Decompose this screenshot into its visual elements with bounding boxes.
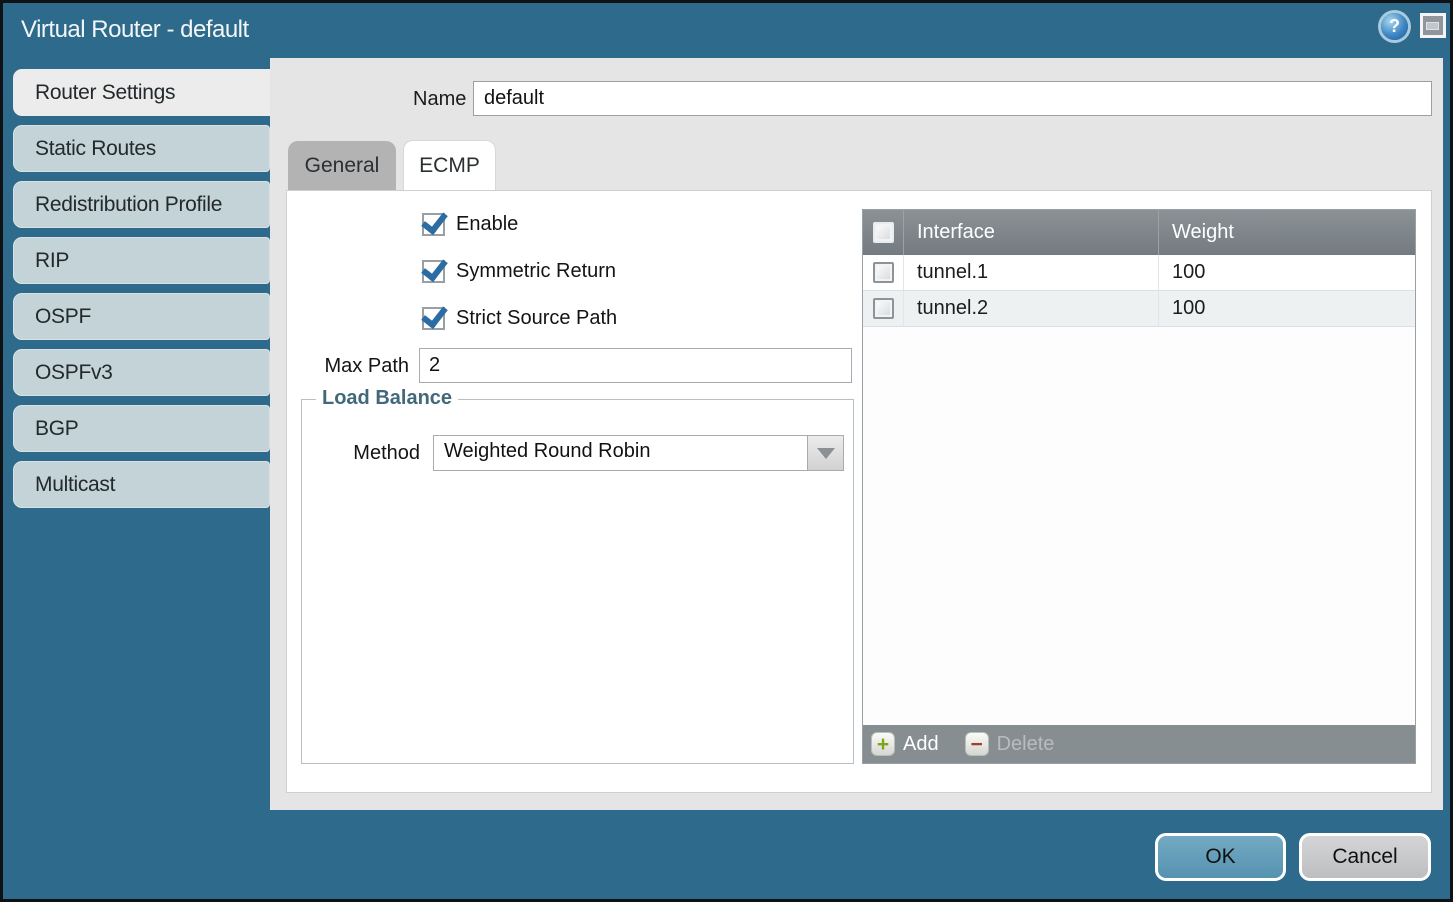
name-input[interactable] [473,81,1432,116]
plus-icon: + [871,732,895,756]
row-select-cell [863,255,904,290]
window-restore-icon-inner [1426,22,1439,30]
tab-label: ECMP [419,154,480,178]
sidebar-item-label: BGP [35,417,78,441]
dialog-title: Virtual Router - default [21,16,249,44]
sidebar-item-label: OSPF [35,305,91,329]
table-empty-area [863,327,1415,725]
sidebar-item-bgp[interactable]: BGP [13,405,270,452]
tab-label: General [305,154,380,178]
interface-column-header[interactable]: Interface [904,210,1159,255]
row-select-cell [863,291,904,326]
symmetric-return-checkbox[interactable] [422,260,445,283]
sidebar-item-label: Multicast [35,473,115,497]
symmetric-return-label: Symmetric Return [456,260,616,283]
tab-ecmp[interactable]: ECMP [403,140,496,190]
method-dropdown-button[interactable] [807,436,843,470]
sidebar-item-label: RIP [35,249,69,273]
max-path-input[interactable] [419,348,852,383]
method-label: Method [324,442,420,465]
strict-source-path-checkbox[interactable] [422,307,445,330]
tab-general[interactable]: General [288,141,396,191]
select-all-cell [863,210,904,255]
row-checkbox[interactable] [873,262,894,283]
table-row[interactable]: tunnel.1 100 [863,255,1415,291]
enable-checkbox-row: Enable [422,213,518,236]
enable-label: Enable [456,213,518,236]
weight-cell: 100 [1159,291,1415,326]
ok-button[interactable]: OK [1155,833,1286,881]
load-balance-legend: Load Balance [316,387,458,410]
sidebar-item-label: Redistribution Profile [35,193,222,217]
strict-source-path-checkbox-row: Strict Source Path [422,307,617,330]
select-all-checkbox[interactable] [873,222,894,243]
delete-button-label: Delete [997,733,1055,756]
virtual-router-dialog: Virtual Router - default ? Router Settin… [0,0,1453,902]
sidebar-item-multicast[interactable]: Multicast [13,461,270,508]
enable-checkbox[interactable] [422,213,445,236]
weight-cell: 100 [1159,255,1415,290]
sidebar-item-label: OSPFv3 [35,361,113,385]
strict-source-path-label: Strict Source Path [456,307,617,330]
content-area: Name General ECMP Enable Symmetric Retur… [270,58,1443,810]
max-path-label: Max Path [323,355,409,378]
method-dropdown[interactable]: Weighted Round Robin [433,435,844,471]
sidebar-item-redistribution-profile[interactable]: Redistribution Profile [13,181,270,228]
sidebar-item-ospf[interactable]: OSPF [13,293,270,340]
sidebar-item-rip[interactable]: RIP [13,237,270,284]
table-row[interactable]: tunnel.2 100 [863,291,1415,327]
name-label: Name [413,88,466,111]
sidebar-item-static-routes[interactable]: Static Routes [13,125,270,172]
sidebar-item-label: Router Settings [35,81,175,105]
add-button-label: Add [903,733,939,756]
delete-button[interactable]: − Delete [965,732,1055,756]
minus-icon: − [965,732,989,756]
ecmp-tab-panel: Enable Symmetric Return Strict Source Pa… [286,190,1432,793]
weight-column-header[interactable]: Weight [1159,210,1415,255]
row-checkbox[interactable] [873,298,894,319]
sidebar-item-label: Static Routes [35,137,156,161]
interface-table: Interface Weight tunnel.1 100 tunnel.2 1… [862,209,1416,764]
sidebar-item-ospfv3[interactable]: OSPFv3 [13,349,270,396]
symmetric-return-checkbox-row: Symmetric Return [422,260,616,283]
cancel-button-label: Cancel [1332,845,1397,869]
window-restore-icon[interactable] [1420,13,1446,38]
table-toolbar: + Add − Delete [863,725,1415,763]
chevron-down-icon [817,448,835,459]
table-header-row: Interface Weight [863,210,1415,255]
interface-cell: tunnel.2 [904,291,1159,326]
ok-button-label: OK [1205,845,1235,869]
help-icon[interactable]: ? [1381,13,1408,40]
interface-cell: tunnel.1 [904,255,1159,290]
sidebar-item-router-settings[interactable]: Router Settings [13,69,271,116]
title-bar: Virtual Router - default ? [3,3,1450,58]
add-button[interactable]: + Add [871,732,939,756]
cancel-button[interactable]: Cancel [1299,833,1431,881]
load-balance-group: Load Balance Method Weighted Round Robin [301,399,854,764]
method-dropdown-value: Weighted Round Robin [434,436,807,470]
